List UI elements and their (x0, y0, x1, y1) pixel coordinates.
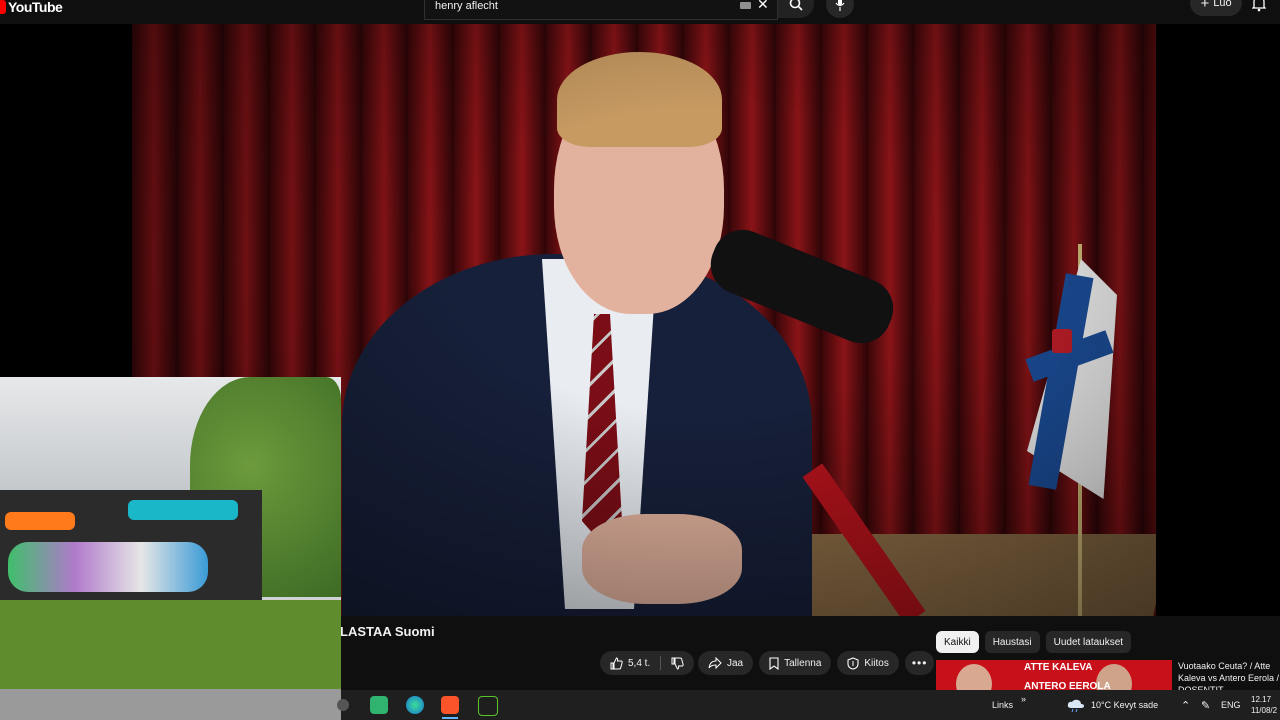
active-app-indicator (442, 717, 458, 719)
pen-icon[interactable]: ✎ (1201, 690, 1210, 720)
create-button[interactable]: + Luo (1190, 0, 1242, 16)
action-buttons: Jaa Tallenna Kiitos ••• (698, 651, 935, 675)
weather-text: 10°C Kevyt sade (1091, 700, 1159, 710)
microphone-icon (835, 0, 845, 11)
clock-date: 11/08/2 (1251, 706, 1278, 715)
like-button[interactable]: 5,4 t. (600, 656, 662, 670)
clock-time: 12.17 (1251, 695, 1272, 704)
thumbs-down-icon (671, 657, 684, 670)
clear-search-icon[interactable]: ✕ (757, 0, 769, 11)
notifications-button[interactable] (1252, 0, 1266, 12)
windows-taskbar: Links » 10°C Kevyt sade ⌃ ✎ ENG 12.17 11… (337, 690, 1280, 720)
share-icon (708, 657, 722, 669)
pip-path (0, 689, 341, 720)
pip-graffiti-main (8, 542, 208, 592)
dislike-button[interactable] (661, 657, 694, 670)
related-filter-chips: Kaikki Haustasi Uudet lataukset (936, 631, 1132, 653)
links-label: Links (992, 700, 1014, 710)
chevron-up-icon: ⌃ (1181, 699, 1191, 712)
like-dislike-group: 5,4 t. (600, 651, 695, 675)
language-label: ENG (1221, 700, 1241, 710)
more-actions-button[interactable]: ••• (904, 651, 935, 675)
youtube-play-icon (0, 0, 6, 14)
share-button[interactable]: Jaa (698, 651, 754, 675)
thumbs-up-icon (610, 656, 623, 669)
weather-widget[interactable]: 10°C Kevyt sade (1067, 690, 1158, 720)
media-player-icon[interactable] (478, 696, 498, 716)
bell-icon (1252, 0, 1266, 12)
pip-graffiti-orange (5, 512, 75, 530)
youtube-logo[interactable]: YouTube (0, 0, 63, 17)
search-button[interactable] (778, 0, 814, 18)
thanks-icon (847, 656, 859, 670)
search-icon (789, 0, 803, 11)
search-box[interactable]: henry aflecht ✕ (424, 0, 778, 20)
keyboard-icon[interactable] (740, 2, 751, 9)
pip-grass (0, 600, 341, 690)
chip-all[interactable]: Kaikki (936, 631, 979, 653)
taskbar-app-icon[interactable] (337, 699, 349, 711)
webcam-overlay (0, 377, 341, 720)
plus-icon: + (1200, 0, 1210, 12)
like-count: 5,4 t. (628, 657, 651, 669)
brave-browser-icon[interactable] (441, 696, 459, 714)
clock[interactable]: 12.17 11/08/2 (1251, 690, 1277, 720)
chevron-right-icon: » (1021, 694, 1027, 704)
language-indicator[interactable]: ENG (1221, 690, 1241, 720)
cloud-rain-icon (1067, 699, 1084, 712)
search-input[interactable]: henry aflecht (435, 0, 498, 12)
edge-browser-icon[interactable] (406, 696, 424, 714)
thanks-label: Kiitos (864, 657, 889, 669)
save-button[interactable]: Tallenna (759, 651, 832, 675)
pip-graffiti-cyan (128, 500, 238, 520)
more-icon: ••• (911, 656, 928, 670)
video-title: LASTAA Suomi (340, 624, 435, 639)
create-label: Luo (1213, 0, 1232, 9)
save-label: Tallenna (784, 657, 822, 669)
bookmark-icon (769, 656, 779, 670)
chip-from-search[interactable]: Haustasi (984, 631, 1040, 653)
masthead: YouTube henry aflecht ✕ + Luo (0, 0, 1280, 24)
thanks-button[interactable]: Kiitos (837, 651, 899, 675)
show-hidden-icons[interactable]: ⌃ (1181, 690, 1190, 720)
chip-recent-uploads[interactable]: Uudet lataukset (1045, 631, 1132, 653)
share-label: Jaa (727, 657, 744, 669)
logo-text: YouTube (8, 0, 63, 15)
links-toolbar[interactable]: Links » (992, 690, 1026, 720)
taskbar-calendar-icon[interactable] (370, 696, 388, 714)
thumbnail-text-1: ATTE KALEVA (1024, 662, 1093, 673)
voice-search-button[interactable] (826, 0, 854, 18)
